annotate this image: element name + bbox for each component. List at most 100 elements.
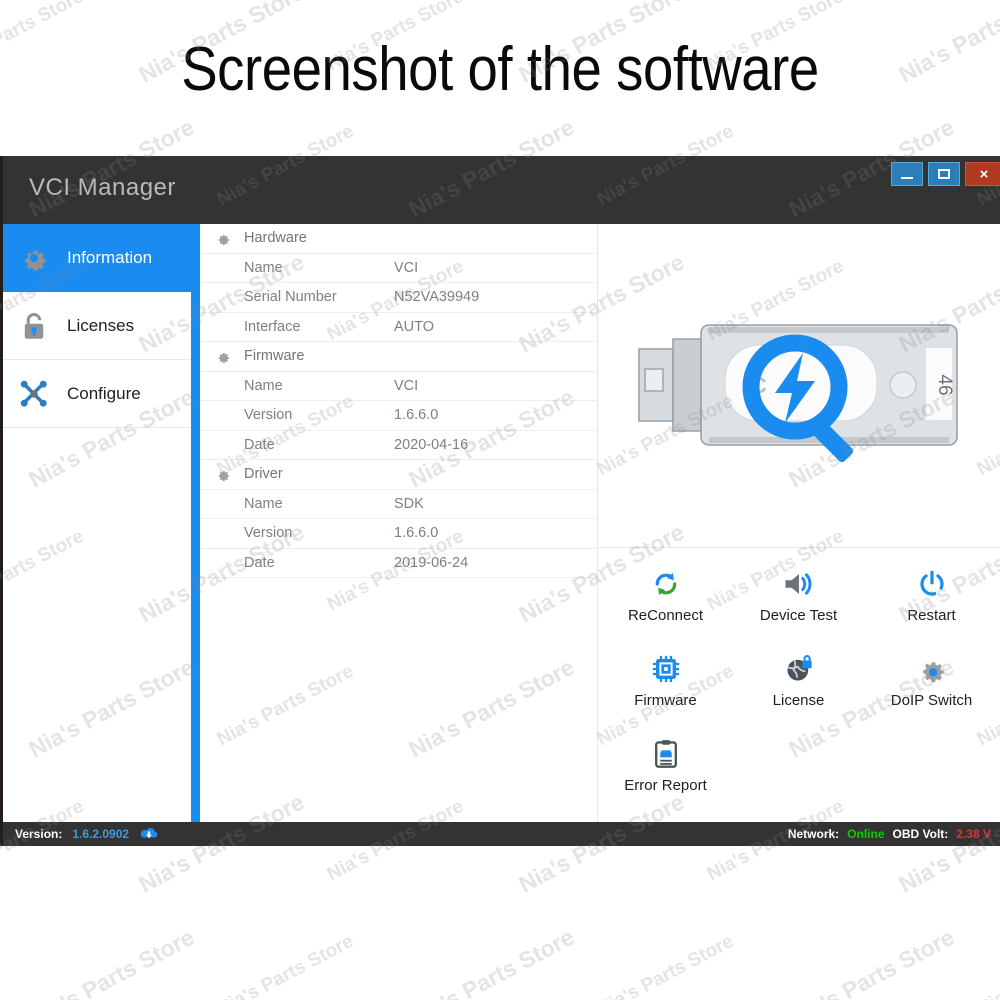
status-right: Network: Online OBD Volt: 2.38 V	[788, 822, 991, 846]
vci-dongle-image: C 46	[638, 323, 958, 462]
chip-icon	[651, 648, 681, 690]
gear-icon	[917, 648, 947, 690]
close-button[interactable]: ×	[965, 162, 1000, 186]
watermark-text: Nia's Parts Store	[24, 923, 199, 1000]
version-label: Version:	[15, 827, 63, 841]
power-icon	[917, 563, 947, 605]
minimize-button[interactable]	[891, 162, 923, 186]
action-label: Error Report	[624, 777, 707, 794]
network-status: Online	[847, 827, 885, 841]
maximize-button[interactable]	[928, 162, 960, 186]
action-label: DoIP Switch	[890, 692, 973, 709]
gear-icon	[9, 243, 59, 273]
firmware-button[interactable]: Firmware	[599, 648, 732, 733]
page-root: Screenshot of the software VCI Manager ×	[0, 0, 1000, 1000]
minimize-icon	[901, 177, 913, 179]
table-row: Date 2020-04-16	[200, 431, 597, 460]
gear-icon	[200, 466, 244, 483]
doip-switch-button[interactable]: DoIP Switch	[865, 648, 998, 733]
row-value: 2019-06-24	[394, 554, 469, 571]
gear-icon	[200, 230, 244, 247]
watermark-text: Nia's Parts Store	[784, 923, 959, 1000]
row-label: Version	[244, 525, 293, 542]
table-row: Name VCI	[200, 372, 597, 401]
app-title: VCI Manager	[29, 174, 176, 201]
table-row: Interface AUTO	[200, 313, 597, 342]
row-label: Name	[244, 259, 283, 276]
row-value: N52VA39949	[394, 289, 480, 306]
body-area: Information Licenses Configure Hardware …	[3, 224, 1000, 822]
sidebar-item-label: Configure	[67, 383, 141, 403]
status-bar: Version: 1.6.2.0902 Network: Online OBD …	[3, 822, 1000, 846]
watermark-text: Nia's Parts Store	[213, 930, 358, 1000]
table-row: Serial Number N52VA39949	[200, 283, 597, 313]
clipboard-car-icon	[652, 733, 680, 775]
action-label: Firmware	[634, 692, 697, 709]
error-report-button[interactable]: Error Report	[599, 733, 732, 818]
row-value: SDK	[394, 495, 424, 512]
globe-lock-icon	[784, 648, 814, 690]
row-value: VCI	[394, 259, 419, 276]
sidebar-item-label: Information	[67, 248, 153, 267]
volt-label: OBD Volt:	[892, 827, 949, 841]
sidebar-item-configure[interactable]: Configure	[3, 360, 191, 428]
table-row: Version 1.6.6.0	[200, 401, 597, 431]
row-value: VCI	[394, 377, 419, 394]
version-value: 1.6.2.0902	[72, 827, 130, 841]
action-label: ReConnect	[627, 607, 704, 624]
group-title: Hardware	[244, 230, 307, 247]
restart-button[interactable]: Restart	[865, 563, 998, 648]
gear-icon	[200, 348, 244, 365]
reconnect-button[interactable]: ReConnect	[599, 563, 732, 648]
sidebar: Information Licenses Configure	[3, 224, 191, 822]
row-value: 1.6.6.0	[394, 525, 439, 542]
action-label: Restart	[907, 607, 956, 624]
table-row: Version 1.6.6.0	[200, 519, 597, 549]
action-label: Device Test	[759, 607, 838, 624]
lock-icon	[9, 311, 59, 341]
row-label: Version	[244, 407, 293, 424]
action-button-grid: ReConnect Device Test Restart Firmware L…	[599, 549, 1000, 822]
tools-icon	[9, 379, 59, 409]
device-test-button[interactable]: Device Test	[732, 563, 865, 648]
row-label: Interface	[244, 318, 301, 335]
cloud-download-icon[interactable]	[139, 826, 159, 843]
table-row: Driver	[200, 460, 597, 490]
sidebar-accent-rail	[191, 224, 200, 822]
title-bar: VCI Manager ×	[3, 156, 1000, 224]
table-row: Date 2019-06-24	[200, 549, 597, 578]
page-title: Screenshot of the software	[181, 35, 819, 104]
row-label: Date	[244, 554, 275, 571]
group-title: Firmware	[244, 348, 305, 365]
watermark-text: Nia's Parts Store	[593, 930, 738, 1000]
table-row: Name VCI	[200, 254, 597, 283]
volt-value: 2.38 V	[956, 827, 991, 841]
device-image: C 46	[599, 224, 1000, 548]
action-label: License	[772, 692, 825, 709]
sidebar-item-information[interactable]: Information	[3, 224, 191, 292]
status-left: Version: 1.6.2.0902	[15, 822, 159, 846]
window-controls[interactable]: ×	[891, 162, 1000, 188]
app-window: VCI Manager × Device	[0, 156, 1000, 846]
row-value: AUTO	[394, 318, 435, 335]
license-button[interactable]: License	[732, 648, 865, 733]
maximize-icon	[938, 169, 950, 179]
row-label: Name	[244, 495, 283, 512]
table-row: Hardware	[200, 224, 597, 254]
table-row: Name SDK	[200, 490, 597, 519]
sidebar-item-licenses[interactable]: Licenses	[3, 292, 191, 360]
watermark-text: Nia's Parts Store	[974, 931, 1000, 1000]
row-value: 1.6.6.0	[394, 407, 439, 424]
speaker-icon	[783, 563, 815, 605]
refresh-icon	[651, 563, 681, 605]
network-label: Network:	[787, 827, 840, 841]
row-value: 2020-04-16	[394, 436, 469, 453]
table-row: Firmware	[200, 342, 597, 372]
watermark-text: Nia's Parts Store	[404, 923, 579, 1000]
row-label: Date	[244, 436, 275, 453]
row-label: Name	[244, 377, 283, 394]
device-badge-number: 46	[934, 374, 955, 395]
row-label: Serial Number	[244, 289, 337, 306]
right-panel: C 46 ReConnect Device Test Restart Firmw…	[599, 224, 1000, 822]
sidebar-item-label: Licenses	[67, 315, 135, 335]
